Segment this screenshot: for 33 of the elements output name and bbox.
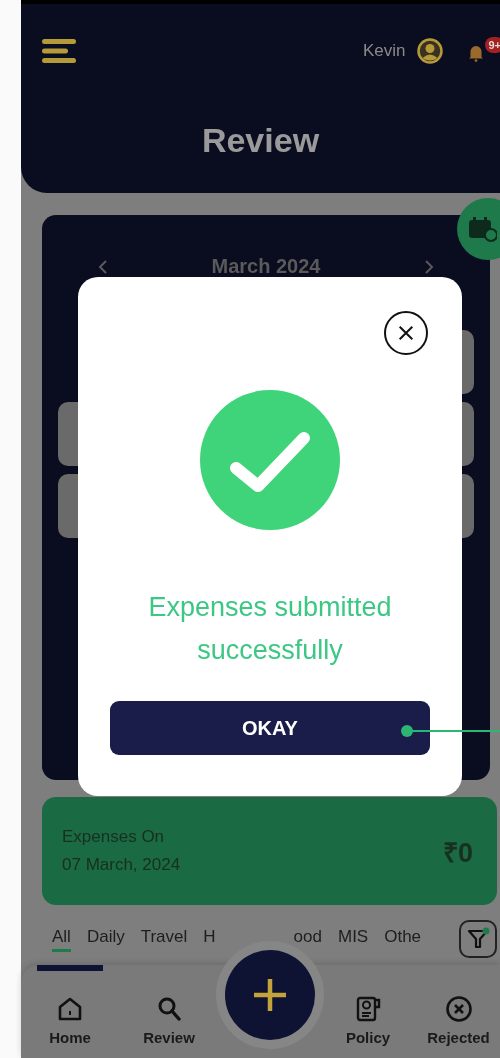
id-card-icon (354, 995, 382, 1023)
summary-amount: ₹0 (442, 836, 473, 870)
success-check-icon (200, 390, 340, 530)
category-tab[interactable]: Daily (86, 926, 125, 952)
okay-button[interactable]: OKAY (110, 701, 430, 755)
nav-item[interactable]: Rejected (417, 965, 500, 1058)
category-tab[interactable]: H (203, 926, 216, 952)
category-tab[interactable]: Othe (384, 926, 422, 952)
category-tab[interactable]: All (52, 926, 71, 952)
calendar-month: March 2024 (211, 255, 321, 278)
home-icon (56, 995, 84, 1023)
summary-label: Expenses On (62, 827, 166, 847)
close-circle-icon (444, 995, 473, 1023)
nav-item[interactable]: Policy (319, 965, 417, 1058)
nav-item[interactable]: Review (119, 965, 219, 1058)
summary-date: 07 March, 2024 (62, 855, 181, 875)
filter-button[interactable] (459, 920, 497, 958)
filter-icon (466, 927, 490, 951)
notification-badge: 9+ (485, 37, 500, 53)
success-message: Expenses submitted successfully (147, 591, 393, 667)
user-avatar-icon[interactable] (417, 38, 444, 64)
menu-icon[interactable] (42, 39, 76, 63)
close-icon (397, 324, 415, 342)
category-tab[interactable]: MIS (337, 926, 369, 952)
calendar-icon (467, 216, 497, 242)
nav-item[interactable]: Home (37, 965, 103, 1058)
user-name[interactable]: Kevin (362, 41, 406, 61)
category-tab[interactable]: ood (293, 926, 322, 952)
chevron-right-icon[interactable] (424, 258, 434, 275)
category-tab[interactable]: Travel (140, 926, 188, 952)
chevron-left-icon[interactable] (98, 258, 108, 275)
close-button[interactable] (384, 311, 428, 355)
page-title: Review (200, 121, 321, 160)
